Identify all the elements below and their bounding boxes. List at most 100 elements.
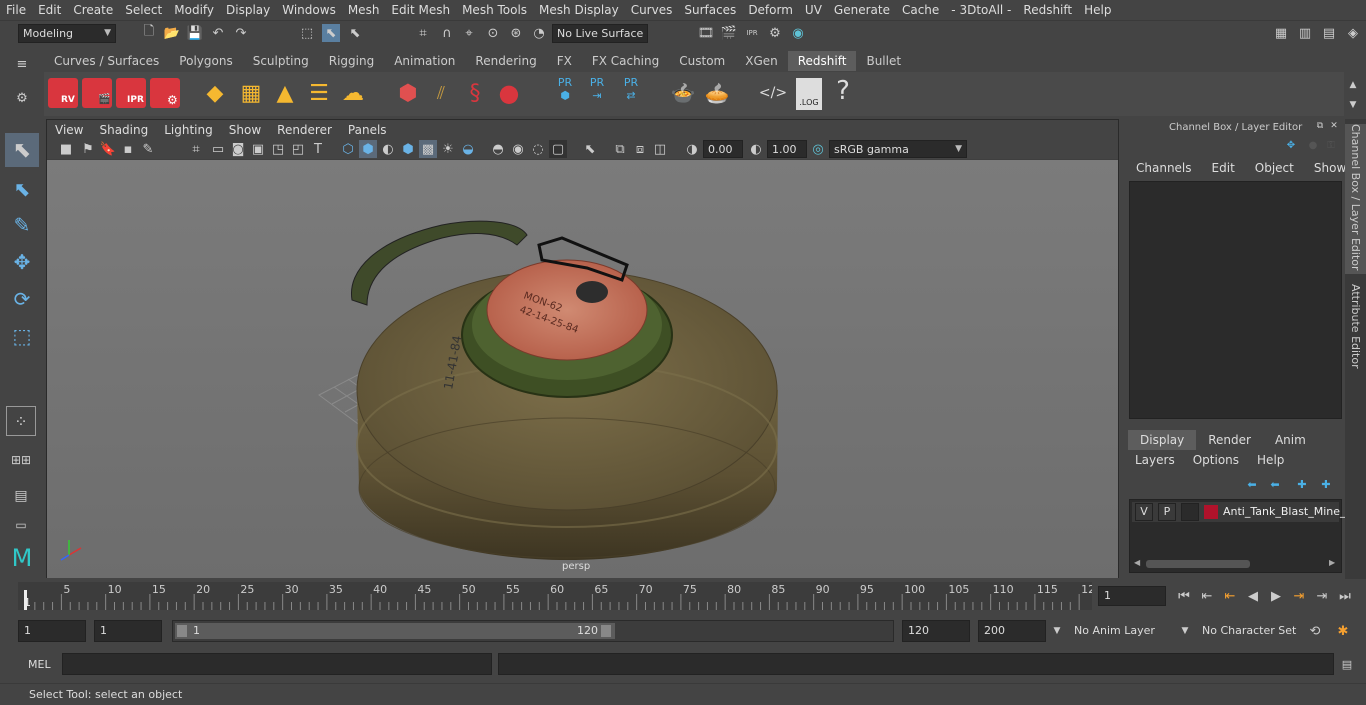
tab-anim[interactable]: Anim: [1263, 430, 1318, 450]
bookmark-icon[interactable]: 🔖: [99, 140, 117, 158]
snap-view-icon[interactable]: ⊙: [484, 24, 502, 42]
color-management-icon[interactable]: ◎: [809, 140, 827, 158]
pr-export-button[interactable]: PR ⇥: [584, 76, 610, 112]
current-frame-field[interactable]: 1: [1098, 586, 1166, 606]
mel-label[interactable]: MEL: [28, 658, 51, 671]
menu-windows[interactable]: Windows: [276, 3, 342, 17]
layer-visibility-toggle[interactable]: V: [1135, 503, 1153, 521]
new-layer-icon[interactable]: ✚: [1294, 476, 1310, 492]
gamma-field[interactable]: 1.00: [767, 140, 807, 158]
menu-modify[interactable]: Modify: [168, 3, 220, 17]
shelf-scroll-down-icon[interactable]: ▼: [1344, 96, 1362, 114]
shelf-tab-curves-surfaces[interactable]: Curves / Surfaces: [44, 51, 169, 71]
layer-menu-layers[interactable]: Layers: [1124, 453, 1182, 471]
menu-file[interactable]: File: [0, 3, 32, 17]
menu-redshift[interactable]: Redshift: [1017, 3, 1078, 17]
make-live-icon[interactable]: ◔: [530, 24, 548, 42]
manipulator-icon[interactable]: ✥: [1284, 138, 1298, 152]
scroll-left-icon[interactable]: ◀: [1134, 558, 1140, 567]
two-pane-layout-icon[interactable]: ▤: [6, 482, 36, 510]
workspace-icon[interactable]: ▦: [1272, 24, 1290, 42]
material-ball-icon[interactable]: ●: [499, 79, 520, 107]
script-icon[interactable]: </>: [759, 84, 787, 102]
menu-create[interactable]: Create: [67, 3, 119, 17]
maya-logo-icon[interactable]: M: [5, 543, 39, 573]
channel-list[interactable]: [1129, 181, 1342, 419]
safe-action-icon[interactable]: ◰: [289, 140, 307, 158]
layer-color-swatch[interactable]: [1204, 505, 1218, 519]
wireframe-icon[interactable]: ⬡: [339, 140, 357, 158]
menu-curves[interactable]: Curves: [625, 3, 679, 17]
shelf-tab-animation[interactable]: Animation: [384, 51, 465, 71]
move-tool-icon[interactable]: ✥: [5, 245, 39, 279]
character-set-dropdown[interactable]: No Character Set: [1196, 620, 1300, 642]
bake-icon[interactable]: 🍲: [671, 81, 696, 105]
menu-generate[interactable]: Generate: [828, 3, 896, 17]
layer-type-toggle[interactable]: [1181, 503, 1199, 521]
lasso-tool-icon[interactable]: ⬉: [5, 172, 39, 206]
shelf-tab-rendering[interactable]: Rendering: [465, 51, 546, 71]
2d-pan-icon[interactable]: ✎: [139, 140, 157, 158]
menu-mesh-tools[interactable]: Mesh Tools: [456, 3, 533, 17]
dome-light-icon[interactable]: ☰: [309, 81, 329, 106]
menu-3dtoall[interactable]: - 3DtoAll -: [945, 3, 1017, 17]
render-view-icon[interactable]: 🎞: [697, 24, 715, 42]
hypershade-icon[interactable]: ◉: [789, 24, 807, 42]
use-all-lights-icon[interactable]: ▩: [419, 140, 437, 158]
render-view-rv-button[interactable]: RV: [48, 78, 78, 108]
snap-grid-icon[interactable]: ⌗: [414, 24, 432, 42]
animation-prefs-icon[interactable]: ✱: [1334, 622, 1352, 640]
snap-curve-icon[interactable]: ∩: [438, 24, 456, 42]
channelbox-menu-edit[interactable]: Edit: [1200, 161, 1243, 179]
step-back-frame-icon[interactable]: ⇤: [1221, 587, 1239, 605]
shelf-tab-custom[interactable]: Custom: [669, 51, 735, 71]
smooth-shade-icon[interactable]: ⬢: [359, 140, 377, 158]
anti-alias-icon[interactable]: ◉: [509, 140, 527, 158]
scroll-right-icon[interactable]: ▶: [1329, 558, 1335, 567]
chevron-down-icon[interactable]: ▼: [1176, 622, 1194, 640]
gamma-icon[interactable]: ◐: [747, 140, 765, 158]
portal-light-icon[interactable]: ▦: [241, 81, 262, 106]
menu-mesh[interactable]: Mesh: [342, 3, 386, 17]
grid-toggle-icon[interactable]: ⌗: [187, 140, 205, 158]
motion-blur-icon[interactable]: ◓: [489, 140, 507, 158]
ssao-icon[interactable]: ◒: [459, 140, 477, 158]
shelf-tab-fx-caching[interactable]: FX Caching: [582, 51, 669, 71]
new-layer-selected-icon[interactable]: ✚: [1318, 476, 1334, 492]
save-scene-icon[interactable]: 💾: [186, 24, 204, 42]
layer-row[interactable]: V P Anti_Tank_Blast_Mine_: [1132, 502, 1346, 522]
resolution-gate-icon[interactable]: ◙: [229, 140, 247, 158]
exposure-icon[interactable]: ◑: [683, 140, 701, 158]
shelf-tab-sculpting[interactable]: Sculpting: [243, 51, 319, 71]
field-chart-icon[interactable]: ◳: [269, 140, 287, 158]
move-layer-down-icon[interactable]: ⬅: [1267, 476, 1283, 492]
layer-playback-toggle[interactable]: P: [1158, 503, 1176, 521]
proxy-icon[interactable]: ⬢: [398, 81, 417, 106]
help-button[interactable]: ?: [834, 76, 852, 106]
anim-layer-dropdown[interactable]: No Anim Layer: [1068, 620, 1168, 642]
shadows-icon[interactable]: ☀: [439, 140, 457, 158]
shelf-settings-icon[interactable]: ⚙: [13, 89, 31, 107]
step-back-key-icon[interactable]: ⇤: [1198, 587, 1216, 605]
camera-attr-icon[interactable]: ⚑: [79, 140, 97, 158]
render-settings-icon[interactable]: ⚙: [766, 24, 784, 42]
paint-select-icon[interactable]: ✎: [5, 208, 39, 242]
viewport-menu-lighting[interactable]: Lighting: [156, 123, 221, 137]
viewport-menu-show[interactable]: Show: [221, 123, 269, 137]
menu-deform[interactable]: Deform: [742, 3, 799, 17]
animation-start-field[interactable]: 1: [18, 620, 86, 642]
shelf-tab-polygons[interactable]: Polygons: [169, 51, 242, 71]
viewport-menu-view[interactable]: View: [47, 123, 91, 137]
layer-menu-options[interactable]: Options: [1182, 453, 1246, 471]
playback-end-field[interactable]: 120: [902, 620, 970, 642]
pr-proxy-button[interactable]: PR ⬢: [552, 76, 578, 112]
pr-swap-button[interactable]: PR ⇄: [618, 76, 644, 112]
outliner-layout-icon[interactable]: ▭: [6, 518, 36, 532]
colorspace-dropdown[interactable]: sRGB gamma ▼: [829, 140, 967, 158]
channelbox-menu-object[interactable]: Object: [1243, 161, 1302, 179]
isolate-select-icon[interactable]: ⬉: [581, 140, 599, 158]
tab-channel-box[interactable]: Channel Box / Layer Editor: [1345, 124, 1366, 274]
viewport-menu-shading[interactable]: Shading: [91, 123, 156, 137]
move-layer-up-icon[interactable]: ⬅: [1244, 476, 1260, 492]
viewport-menu-panels[interactable]: Panels: [340, 123, 395, 137]
